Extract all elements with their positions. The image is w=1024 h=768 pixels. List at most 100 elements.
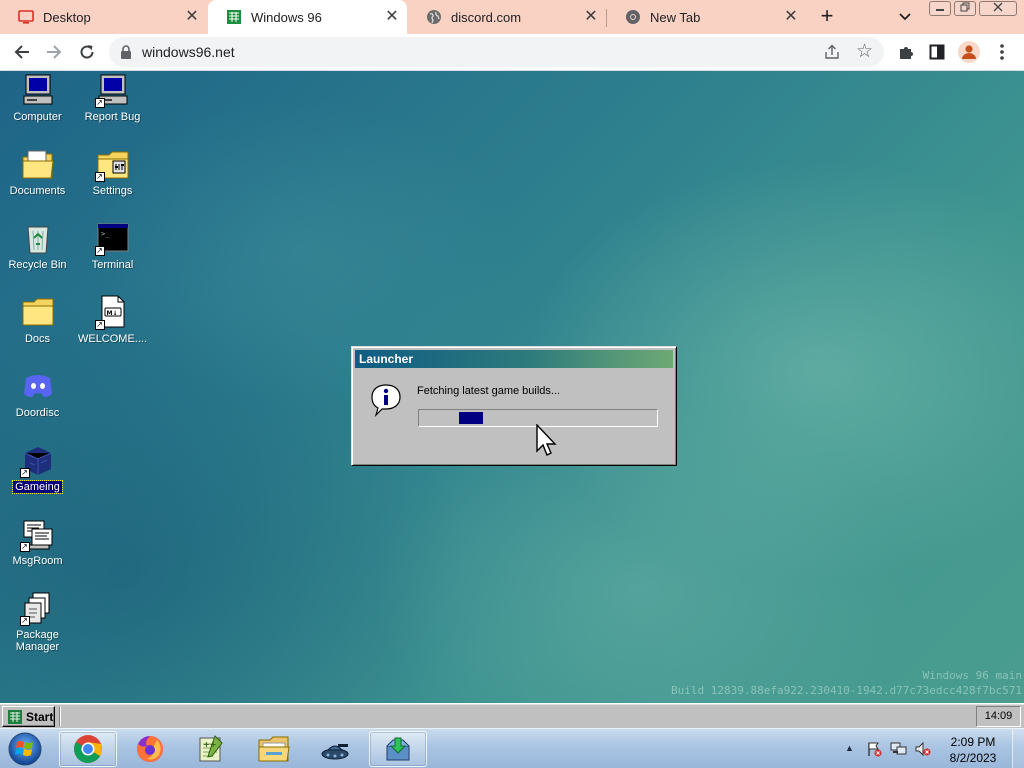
tab-title: Desktop bbox=[43, 9, 91, 25]
restore-button[interactable] bbox=[954, 1, 976, 16]
build-line-2: Build 12839.88efa922.230410-1942.d77c73e… bbox=[671, 684, 1022, 697]
puzzle-icon bbox=[900, 47, 913, 59]
action-center-flag-icon[interactable] bbox=[866, 741, 882, 757]
desktop-icon-label: Documents bbox=[9, 185, 66, 197]
avatar bbox=[958, 41, 980, 63]
shortcut-arrow-icon: ↗ bbox=[94, 246, 105, 256]
desktop-icon-doordisc[interactable]: Doordisc bbox=[0, 369, 75, 419]
windows96-icon bbox=[226, 9, 242, 25]
forward-button[interactable] bbox=[40, 38, 68, 66]
taskbar-app-installer[interactable] bbox=[369, 731, 427, 767]
shortcut-arrow-icon: ↗ bbox=[94, 172, 105, 182]
menu-button[interactable] bbox=[988, 38, 1016, 66]
desktop-icon-label: Docs bbox=[24, 333, 51, 345]
window-close-button[interactable] bbox=[979, 1, 1017, 16]
taskbar-app-firefox[interactable] bbox=[121, 731, 179, 767]
windows-start-orb[interactable] bbox=[4, 730, 46, 768]
desktop-icon-label: MsgRoom bbox=[12, 555, 63, 567]
taskbar-app-chrome[interactable] bbox=[59, 731, 117, 767]
tab-windows-96[interactable]: Windows 96 ✕ bbox=[208, 0, 407, 34]
desktop-icon-label: WELCOME.... bbox=[77, 333, 148, 345]
desktop-icon-package-manager[interactable]: ↗ Package Manager bbox=[0, 591, 75, 653]
taskbar-app-notepad-plus[interactable]: ++ bbox=[181, 731, 239, 767]
chrome-icon bbox=[625, 9, 641, 25]
reload-icon bbox=[80, 45, 94, 59]
show-desktop-button[interactable] bbox=[1012, 729, 1024, 768]
desktop-icon-terminal[interactable]: >_ ↗ Terminal bbox=[75, 221, 150, 271]
lock-icon bbox=[120, 45, 132, 64]
notepad-plus-icon: ++ bbox=[199, 735, 223, 762]
shortcut-arrow-icon: ↗ bbox=[19, 616, 30, 626]
side-panel-icon bbox=[929, 44, 945, 60]
chevron-down-icon[interactable] bbox=[893, 6, 917, 28]
win96-taskbar: Start 14:09 bbox=[0, 703, 1024, 728]
close-icon[interactable]: ✕ bbox=[183, 8, 201, 26]
svg-text:>_: >_ bbox=[101, 230, 110, 238]
recycle-bin-icon bbox=[21, 221, 55, 255]
system-time: 2:09 PM bbox=[950, 735, 996, 749]
desktop-icon-report-bug[interactable]: ↗ Report Bug bbox=[75, 73, 150, 123]
back-button[interactable] bbox=[8, 38, 36, 66]
desktop-icon-label: Doordisc bbox=[15, 407, 60, 419]
url-text[interactable]: windows96.net bbox=[142, 44, 235, 60]
new-tab-button[interactable]: + bbox=[814, 4, 840, 30]
desktop-icon-label: Recycle Bin bbox=[8, 259, 67, 271]
share-icon[interactable] bbox=[823, 43, 841, 66]
system-date: 8/2/2023 bbox=[949, 751, 997, 765]
volume-muted-icon[interactable] bbox=[914, 741, 931, 757]
address-bar[interactable]: windows96.net ☆ bbox=[109, 37, 884, 67]
computer-icon bbox=[21, 73, 55, 107]
taskbar-divider bbox=[59, 707, 61, 726]
svg-text:M↓: M↓ bbox=[106, 310, 117, 317]
bookmark-star-icon[interactable]: ☆ bbox=[856, 40, 873, 63]
profile-button[interactable] bbox=[955, 38, 983, 66]
desktop-icon-gameing[interactable]: ↗ Gameing bbox=[0, 443, 75, 494]
desktop-icon-recycle-bin[interactable]: Recycle Bin bbox=[0, 221, 75, 271]
browser-toolbar: windows96.net ☆ bbox=[0, 34, 1024, 71]
launcher-title: Launcher bbox=[359, 352, 414, 366]
desktop-icon-computer[interactable]: Computer bbox=[0, 73, 75, 123]
desktop-icon-label: Terminal bbox=[91, 259, 134, 271]
shortcut-arrow-icon: ↗ bbox=[94, 320, 105, 330]
windows96-logo-icon bbox=[8, 709, 22, 724]
report-bug-icon: ↗ bbox=[94, 73, 130, 108]
taskbar-app-tank-game[interactable] bbox=[306, 731, 364, 767]
minimize-button[interactable] bbox=[929, 1, 951, 16]
progress-bar-chunk bbox=[459, 412, 483, 424]
desktop-icon-settings[interactable]: ↗ Settings bbox=[75, 147, 150, 197]
launcher-titlebar[interactable]: Launcher bbox=[355, 350, 673, 368]
globe-icon bbox=[426, 9, 442, 25]
desktop-icon-welcome[interactable]: M↓ ↗ WELCOME.... bbox=[75, 295, 150, 345]
tab-desktop[interactable]: Desktop ✕ bbox=[0, 0, 207, 34]
arrow-left-icon bbox=[14, 45, 29, 59]
docs-folder-icon bbox=[21, 295, 55, 329]
close-icon[interactable]: ✕ bbox=[782, 8, 800, 26]
reload-button[interactable] bbox=[73, 38, 101, 66]
shortcut-arrow-icon: ↗ bbox=[19, 468, 30, 478]
tray-expand-arrow[interactable]: ▲ bbox=[845, 743, 854, 753]
tab-discord[interactable]: discord.com ✕ bbox=[408, 0, 606, 34]
win96-clock[interactable]: 14:09 bbox=[976, 706, 1021, 727]
desktop-icon-documents[interactable]: Documents bbox=[0, 147, 75, 197]
launcher-message: Fetching latest game builds... bbox=[417, 385, 561, 397]
close-icon[interactable]: ✕ bbox=[582, 8, 600, 26]
terminal-icon: >_ ↗ bbox=[94, 221, 130, 256]
chrome-icon bbox=[74, 735, 102, 763]
extensions-button[interactable] bbox=[892, 38, 920, 66]
close-icon[interactable]: ✕ bbox=[383, 8, 401, 26]
side-panel-button[interactable] bbox=[923, 38, 951, 66]
launcher-dialog: Launcher Fetching latest game builds... bbox=[351, 346, 677, 466]
svg-text:++: ++ bbox=[203, 740, 216, 749]
tab-new-tab[interactable]: New Tab ✕ bbox=[607, 0, 806, 34]
desktop-icon bbox=[18, 9, 34, 25]
system-clock[interactable]: 2:09 PM 8/2/2023 bbox=[943, 734, 1003, 766]
windows7-taskbar: ++ ▲ 2:09 PM 8/2/2023 bbox=[0, 728, 1024, 768]
desktop-icon-label: Computer bbox=[13, 111, 62, 123]
shortcut-arrow-icon: ↗ bbox=[94, 98, 105, 108]
desktop-icon-msgroom[interactable]: ↗ MsgRoom bbox=[0, 517, 75, 567]
desktop-icon-docs[interactable]: Docs bbox=[0, 295, 75, 345]
taskbar-app-file-explorer[interactable] bbox=[245, 731, 303, 767]
start-label: Start bbox=[26, 709, 54, 724]
network-icon[interactable] bbox=[890, 741, 907, 757]
start-button[interactable]: Start bbox=[2, 706, 55, 727]
